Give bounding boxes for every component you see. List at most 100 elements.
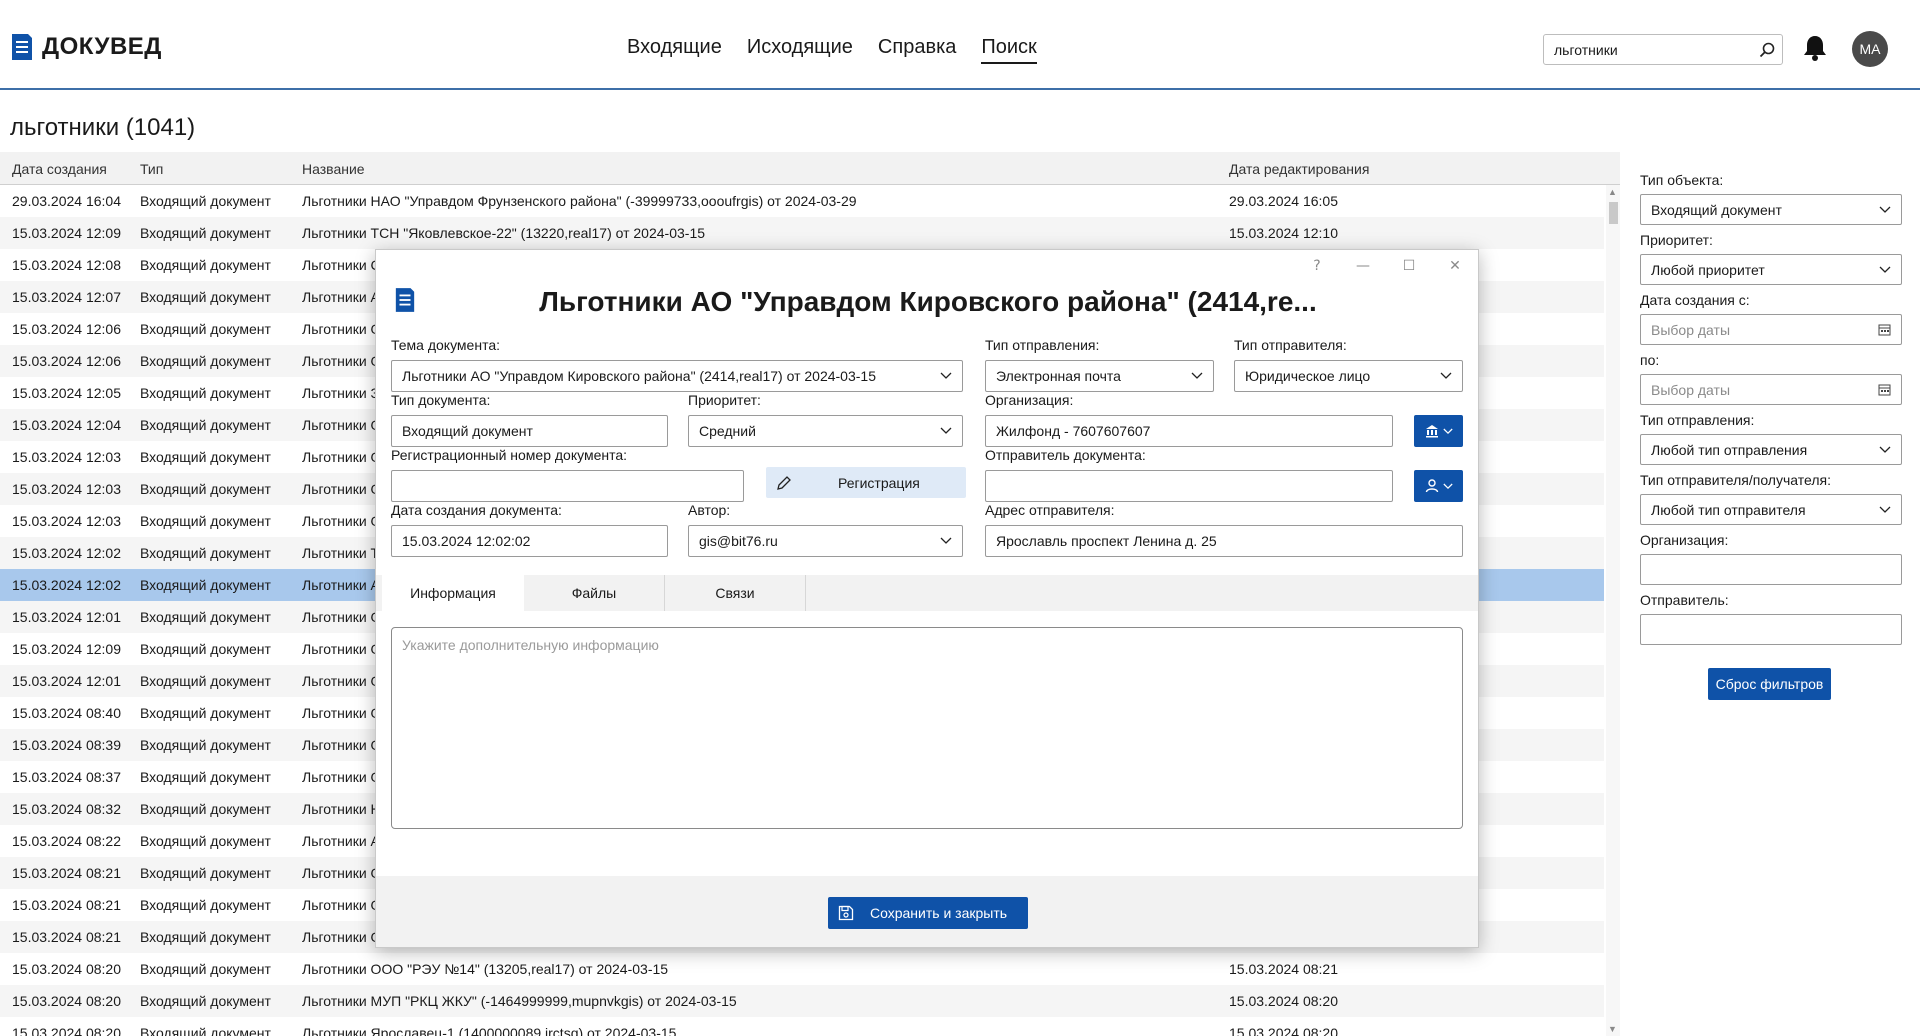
priority-field: Приоритет: Средний [688, 392, 963, 447]
chevron-down-icon [1879, 506, 1891, 513]
cell-name: Льготники МУП "РКЦ ЖКУ" (-1464999999,mup… [302, 993, 737, 1009]
calendar-icon[interactable] [1878, 383, 1891, 396]
filter-sender-input[interactable] [1640, 614, 1902, 645]
nav-incoming[interactable]: Входящие [627, 36, 722, 64]
filter-created-to-datepicker[interactable]: Выбор даты [1640, 374, 1902, 405]
address-field: Адрес отправителя: Ярославль проспект Ле… [985, 502, 1463, 557]
column-header-name[interactable]: Название [302, 161, 1222, 177]
created-field: Дата создания документа: 15.03.2024 12:0… [391, 502, 668, 557]
filter-priority-select[interactable]: Любой приоритет [1640, 254, 1902, 285]
cell-created: 15.03.2024 12:06 [12, 353, 121, 369]
filter-created-from-datepicker[interactable]: Выбор даты [1640, 314, 1902, 345]
nav-help[interactable]: Справка [878, 36, 956, 64]
column-header-edited[interactable]: Дата редактирования [1229, 161, 1429, 177]
tab-links[interactable]: Связи [665, 575, 806, 611]
table-scrollbar[interactable]: ▲ ▼ [1606, 185, 1620, 1036]
avatar[interactable]: МА [1852, 31, 1888, 67]
search-icon[interactable] [1752, 42, 1782, 58]
registration-button[interactable]: Регистрация [766, 467, 966, 498]
cell-type: Входящий документ [140, 641, 271, 657]
filter-object-type-value: Входящий документ [1651, 201, 1782, 218]
sender-type-field: Тип отправителя: Юридическое лицо [1234, 337, 1463, 392]
filter-send-type-select[interactable]: Любой тип отправления [1640, 434, 1902, 465]
filter-send-type-value: Любой тип отправления [1651, 441, 1808, 458]
column-header-type[interactable]: Тип [140, 161, 295, 177]
nav-search[interactable]: Поиск [981, 36, 1037, 64]
table-row[interactable]: 15.03.2024 08:20 Входящий документ Льготни… [0, 1017, 1604, 1036]
tab-information[interactable]: Информация [382, 575, 524, 611]
org-input[interactable]: Жилфонд - 7607607607 [985, 415, 1393, 447]
filter-sender-type-select[interactable]: Любой тип отправителя [1640, 494, 1902, 525]
user-icon [1425, 479, 1438, 493]
subject-value: Льготники АО "Управдом Кировского района… [402, 368, 876, 384]
app-logo[interactable]: ДОКУВЕД [10, 32, 162, 62]
cell-created: 15.03.2024 08:22 [12, 833, 121, 849]
chevron-down-icon [1879, 206, 1891, 213]
filter-sender-type-label: Тип отправителя/получателя: [1640, 472, 1831, 488]
cell-created: 15.03.2024 12:02 [12, 545, 121, 561]
info-textarea[interactable]: Укажите дополнительную информацию [391, 627, 1463, 829]
org-picker-button[interactable] [1414, 415, 1463, 447]
calendar-icon[interactable] [1878, 323, 1891, 336]
dialog-maximize-icon[interactable]: ☐ [1386, 250, 1432, 282]
floppy-disk-icon [838, 905, 854, 921]
page-title: льготники (1041) [10, 114, 196, 141]
priority-select[interactable]: Средний [688, 415, 963, 447]
nav-outgoing[interactable]: Исходящие [747, 36, 853, 64]
table-header: Дата создания Тип Название Дата редактир… [0, 152, 1620, 185]
cell-type: Входящий документ [140, 577, 271, 593]
author-select[interactable]: gis@bit76.ru [688, 525, 963, 557]
column-header-created[interactable]: Дата создания [12, 161, 137, 177]
scroll-down-icon[interactable]: ▼ [1608, 1024, 1617, 1034]
cell-name: Льготники Ярославец-1 (1400000089,irctsq… [302, 1025, 677, 1036]
send-type-label: Тип отправления: [985, 337, 1100, 353]
doc-type-input[interactable]: Входящий документ [391, 415, 668, 447]
created-input[interactable]: 15.03.2024 12:02:02 [391, 525, 668, 557]
chevron-down-icon [940, 427, 952, 434]
table-row[interactable]: 15.03.2024 08:20 Входящий документ Льготни… [0, 953, 1604, 985]
scrollbar-thumb[interactable] [1609, 202, 1618, 224]
scroll-up-icon[interactable]: ▲ [1608, 187, 1617, 197]
doc-sender-input[interactable] [985, 470, 1393, 502]
filter-object-type-select[interactable]: Входящий документ [1640, 194, 1902, 225]
cell-created: 15.03.2024 08:21 [12, 897, 121, 913]
cell-edited: 29.03.2024 16:05 [1229, 193, 1338, 209]
cell-created: 15.03.2024 12:05 [12, 385, 121, 401]
cell-type: Входящий документ [140, 865, 271, 881]
reg-number-input[interactable] [391, 470, 744, 502]
cell-edited: 15.03.2024 12:10 [1229, 225, 1338, 241]
dialog-minimize-icon[interactable]: — [1340, 250, 1386, 282]
cell-type: Входящий документ [140, 385, 271, 401]
author-label: Автор: [688, 502, 731, 518]
search-input[interactable] [1554, 41, 1752, 58]
cell-created: 15.03.2024 12:01 [12, 609, 121, 625]
cell-created: 15.03.2024 12:03 [12, 481, 121, 497]
send-type-select[interactable]: Электронная почта [985, 360, 1214, 392]
org-value: Жилфонд - 7607607607 [996, 423, 1151, 439]
cell-type: Входящий документ [140, 193, 271, 209]
sender-picker-button[interactable] [1414, 470, 1463, 502]
created-value: 15.03.2024 12:02:02 [402, 533, 531, 549]
sender-type-select[interactable]: Юридическое лицо [1234, 360, 1463, 392]
table-row[interactable]: 15.03.2024 08:20 Входящий документ Льготни… [0, 985, 1604, 1017]
tab-files[interactable]: Файлы [524, 575, 665, 611]
cell-created: 15.03.2024 08:32 [12, 801, 121, 817]
save-and-close-label: Сохранить и закрыть [870, 905, 1008, 921]
filter-org-input[interactable] [1640, 554, 1902, 585]
dialog-tabs: Информация Файлы Связи [382, 575, 806, 611]
cell-created: 15.03.2024 08:40 [12, 705, 121, 721]
dialog-close-icon[interactable]: ✕ [1432, 250, 1478, 282]
cell-type: Входящий документ [140, 545, 271, 561]
bell-icon[interactable] [1803, 34, 1827, 67]
save-and-close-button[interactable]: Сохранить и закрыть [828, 897, 1028, 929]
dialog-help-icon[interactable]: ? [1294, 250, 1340, 282]
filter-send-type-label: Тип отправления: [1640, 412, 1755, 428]
reset-filters-button[interactable]: Сброс фильтров [1708, 668, 1831, 700]
filter-org-label: Организация: [1640, 532, 1729, 548]
table-row[interactable]: 29.03.2024 16:04 Входящий документ Льготни… [0, 185, 1604, 217]
cell-created: 15.03.2024 08:39 [12, 737, 121, 753]
subject-select[interactable]: Льготники АО "Управдом Кировского района… [391, 360, 963, 392]
address-input[interactable]: Ярославль проспект Ленина д. 25 [985, 525, 1463, 557]
table-row[interactable]: 15.03.2024 12:09 Входящий документ Льготни… [0, 217, 1604, 249]
send-type-value: Электронная почта [996, 368, 1121, 384]
